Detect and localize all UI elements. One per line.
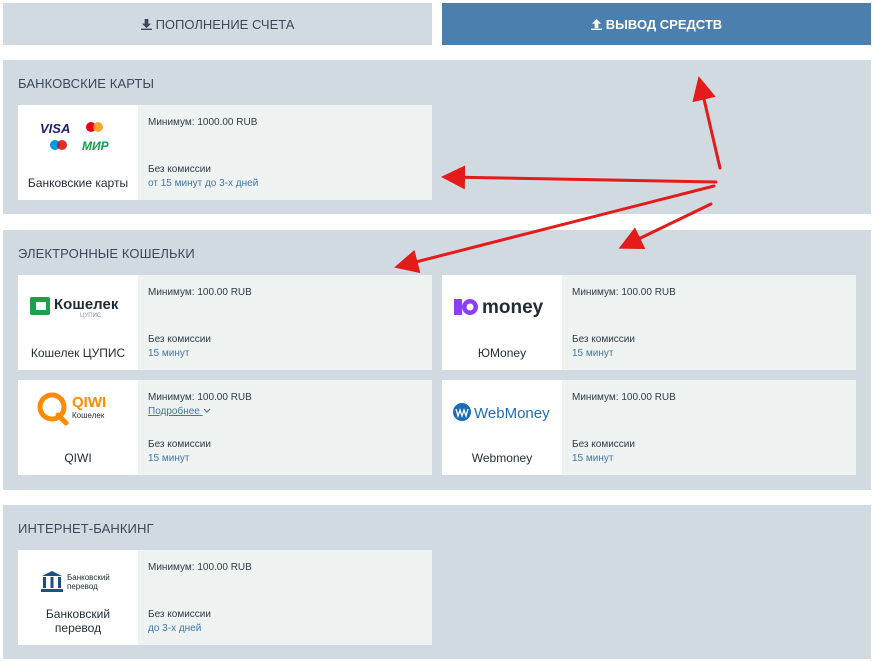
method-name: Кошелек ЦУПИС [30,346,126,360]
section-title: БАНКОВСКИЕ КАРТЫ [18,76,155,91]
method-fee: Без комиссии [148,439,211,450]
method-time: 15 минут [148,453,190,464]
method-minimum: Минимум: 100.00 RUB [572,392,676,403]
qiwi-icon: QIWI Кошелек [37,392,106,426]
method-card-bank-cards[interactable]: VISA МИР Банковские карты Минимум: 1000.… [18,105,432,200]
method-details: Минимум: 100.00 RUB Без комиссии до 3-х … [138,550,432,645]
method-details: Минимум: 100.00 RUB Подробнее Без комисс… [138,380,432,475]
bank-cards-logo: VISA МИР [18,117,138,157]
method-time: 15 минут [572,453,614,464]
yoomoney-logo: money [442,287,562,327]
bank-transfer-logo-line1: Банковский [67,573,110,582]
more-info-link[interactable]: Подробнее [148,406,211,417]
webmoney-icon: WebMoney [453,403,550,422]
method-minimum: Минимум: 100.00 RUB [148,562,252,573]
method-logo-panel: Кошелек ЦУПИС Кошелек ЦУПИС [18,275,138,370]
method-logo-panel: QIWI Кошелек QIWI [18,380,138,475]
section-title: ЭЛЕКТРОННЫЕ КОШЕЛЬКИ [18,246,195,261]
method-fee: Без комиссии [572,439,635,450]
method-name: Банковский перевод [45,607,111,635]
method-minimum: Минимум: 100.00 RUB [148,392,252,403]
method-card-webmoney[interactable]: WebMoney Webmoney Минимум: 100.00 RUB Бе… [442,380,856,475]
payment-direction-tabs: ПОПОЛНЕНИЕ СЧЕТА ВЫВОД СРЕДСТВ [3,3,871,45]
method-logo-panel: WebMoney Webmoney [442,380,562,475]
method-name: QIWI [64,451,92,465]
tab-withdraw[interactable]: ВЫВОД СРЕДСТВ [442,3,871,45]
method-minimum: Минимум: 1000.00 RUB [148,117,258,128]
yoomoney-icon: money [454,297,544,318]
method-time: 15 минут [148,348,190,359]
download-icon [140,18,152,30]
method-minimum: Минимум: 100.00 RUB [572,287,676,298]
method-logo-panel: VISA МИР Банковские карты [18,105,138,200]
webmoney-logo-text: WebMoney [474,405,550,422]
cupis-logo: Кошелек ЦУПИС [18,287,138,327]
yoomoney-logo-text: money [482,297,544,318]
tab-deposit[interactable]: ПОПОЛНЕНИЕ СЧЕТА [3,3,432,45]
method-fee: Без комиссии [148,164,211,175]
method-logo-panel: money ЮMoney [442,275,562,370]
mir-logo-text: МИР [82,139,110,153]
section-internet-banking: ИНТЕРНЕТ-БАНКИНГ Банковский перевод Банк… [3,505,871,659]
qiwi-logo: QIWI Кошелек [18,388,138,428]
cupis-logo-sub: ЦУПИС [80,313,102,319]
method-time: до 3-х дней [148,623,202,634]
method-card-qiwi[interactable]: QIWI Кошелек QIWI Минимум: 100.00 RUB По… [18,380,432,475]
bank-building-icon: Банковский перевод [41,571,110,592]
method-time: от 15 минут до 3-х дней [148,178,259,189]
method-card-yoomoney[interactable]: money ЮMoney Минимум: 100.00 RUB Без ком… [442,275,856,370]
webmoney-logo: WebMoney [442,392,562,432]
bank-transfer-logo: Банковский перевод [18,562,138,602]
method-time: 15 минут [572,348,614,359]
chevron-down-icon [203,408,211,413]
method-details: Минимум: 1000.00 RUB Без комиссии от 15 … [138,105,432,200]
method-logo-panel: Банковский перевод Банковский перевод [18,550,138,645]
method-details: Минимум: 100.00 RUB Без комиссии 15 мину… [562,380,856,475]
bank-transfer-logo-line2: перевод [67,582,98,591]
method-fee: Без комиссии [572,334,635,345]
method-minimum: Минимум: 100.00 RUB [148,287,252,298]
more-info-label: Подробнее [148,406,200,417]
qiwi-logo-sub: Кошелек [72,411,105,420]
card-brands-icon: VISA МИР [40,121,110,153]
upload-icon [590,18,602,30]
section-e-wallets: ЭЛЕКТРОННЫЕ КОШЕЛЬКИ Кошелек ЦУПИС Кошел… [3,230,871,490]
visa-logo-text: VISA [40,121,70,136]
method-card-cupis[interactable]: Кошелек ЦУПИС Кошелек ЦУПИС Минимум: 100… [18,275,432,370]
method-card-bank-transfer[interactable]: Банковский перевод Банковский перевод Ми… [18,550,432,645]
cupis-logo-main: Кошелек [54,296,119,313]
method-name: Банковские карты [27,176,129,190]
method-details: Минимум: 100.00 RUB Без комиссии 15 мину… [562,275,856,370]
tab-withdraw-label: ВЫВОД СРЕДСТВ [605,16,723,32]
tab-deposit-label: ПОПОЛНЕНИЕ СЧЕТА [155,16,295,32]
cupis-wallet-icon: Кошелек ЦУПИС [30,296,119,319]
method-name: Webmoney [471,451,533,465]
method-name: ЮMoney [477,346,527,360]
section-title: ИНТЕРНЕТ-БАНКИНГ [18,521,154,536]
qiwi-logo-text: QIWI [72,394,106,411]
method-details: Минимум: 100.00 RUB Без комиссии 15 мину… [138,275,432,370]
section-bank-cards: БАНКОВСКИЕ КАРТЫ VISA МИР Банковские кар… [3,60,871,214]
method-fee: Без комиссии [148,334,211,345]
method-fee: Без комиссии [148,609,211,620]
